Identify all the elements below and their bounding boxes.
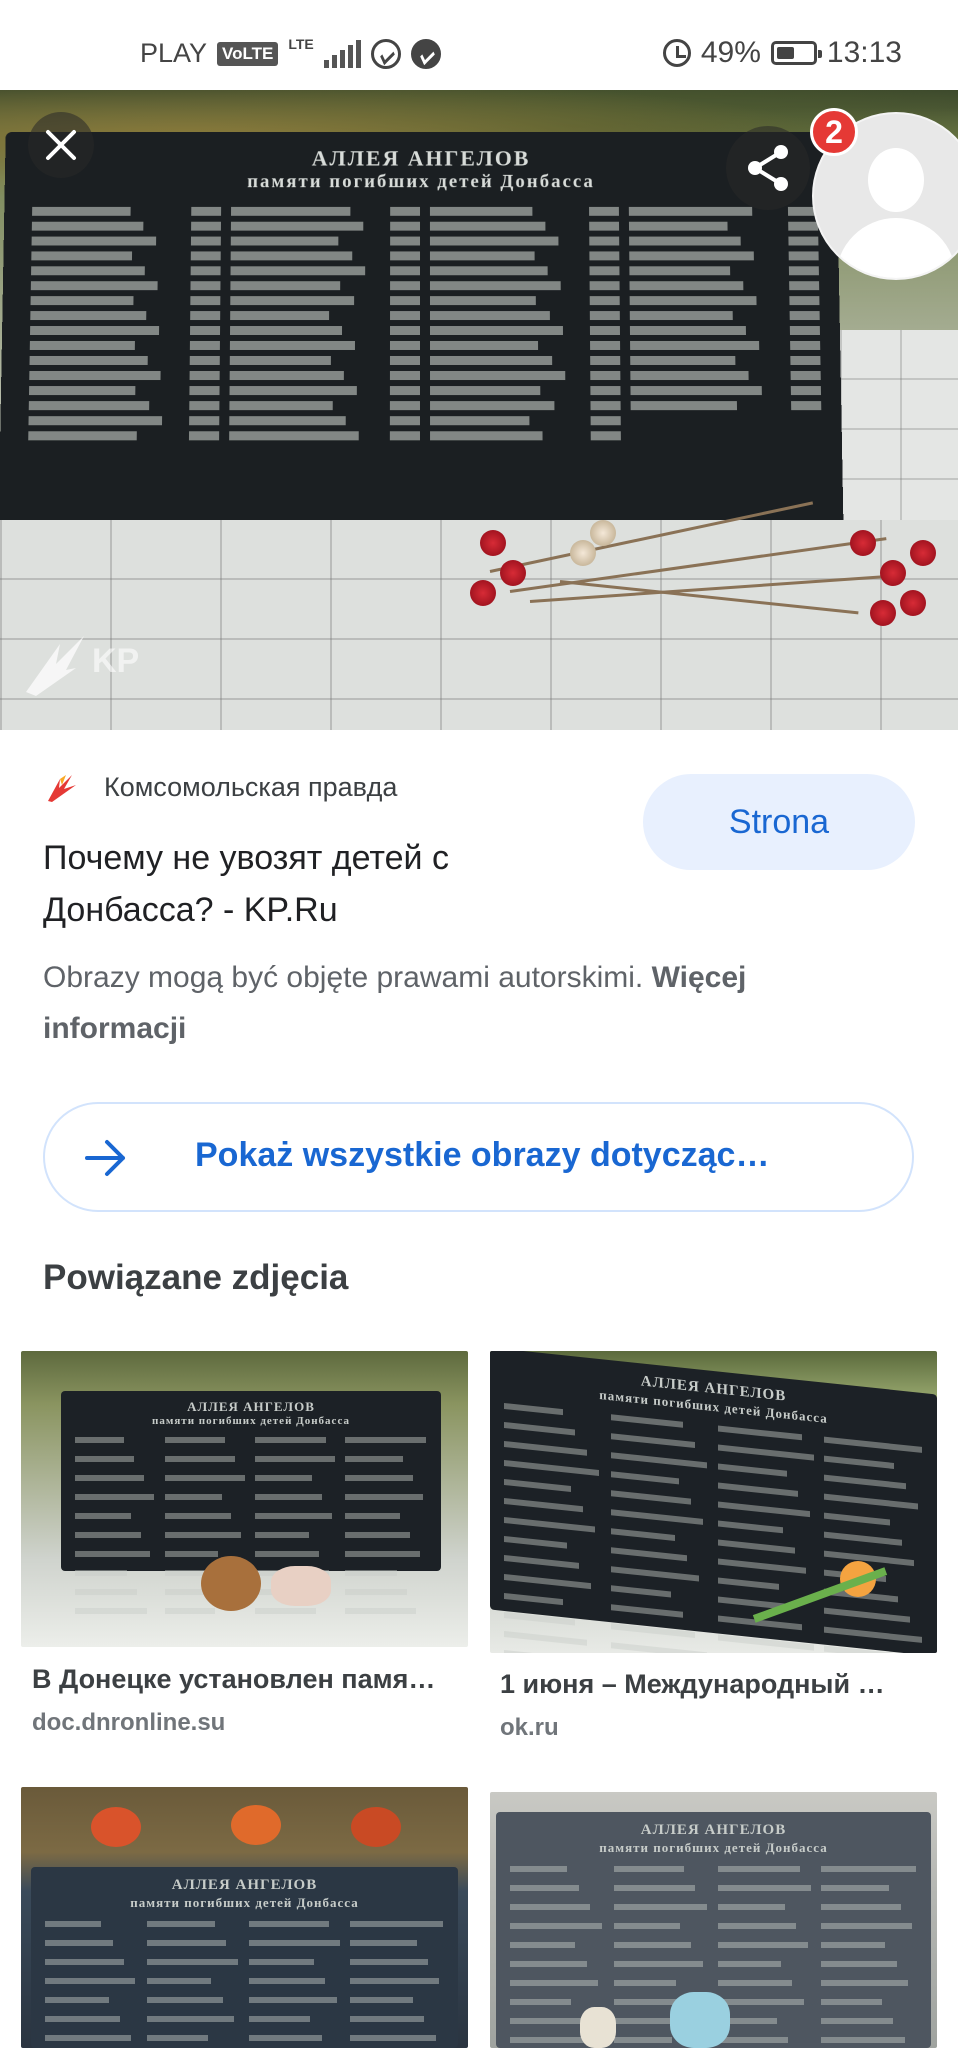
plaque-column xyxy=(28,206,222,441)
status-left: PLAY VoLTE LTE xyxy=(140,35,441,69)
plaque-column xyxy=(429,206,621,441)
related-image-3[interactable]: АЛЛЕЯ АНГЕЛОВ памяти погибших детей Донб… xyxy=(21,1787,468,2048)
notification-badge: 2 xyxy=(810,108,858,156)
related-title-2[interactable]: 1 июня – Международный … xyxy=(500,1669,920,1700)
share-icon xyxy=(748,145,788,191)
battery-percent: 49% xyxy=(700,36,761,69)
plaque-title: АЛЛЕЯ АНГЕЛОВ xyxy=(311,145,531,171)
result-title[interactable]: Почему не увозят детей с Донбасса? - KP.… xyxy=(43,832,603,936)
plaque-name-list xyxy=(28,206,822,441)
clock: 13:13 xyxy=(826,36,902,69)
status-bar: PLAY VoLTE LTE 49% 13:13 xyxy=(0,0,958,90)
battery-icon xyxy=(770,41,822,65)
svg-text:KP: KP xyxy=(92,642,139,680)
volte-icon: VoLTE xyxy=(217,41,279,66)
related-source-2: ok.ru xyxy=(500,1714,559,1741)
avatar-placeholder xyxy=(868,148,924,212)
arrow-right-icon xyxy=(85,1140,125,1176)
related-image-2[interactable]: АЛЛЕЯ АНГЕЛОВ памяти погибших детей Донб… xyxy=(490,1351,937,1653)
carrier-label: PLAY xyxy=(140,38,208,68)
alarm-icon xyxy=(662,39,691,67)
status-right: 49% 13:13 xyxy=(662,36,902,70)
show-all-images-button[interactable]: Pokaż wszystkie obrazy dotycząc… xyxy=(43,1102,914,1212)
source-name: Комсомольская правда xyxy=(104,772,398,802)
kp-logo-icon xyxy=(48,774,76,802)
share-button[interactable] xyxy=(726,126,810,210)
memorial-plaque: АЛЛЕЯ АНГЕЛОВ памяти погибших детей Донб… xyxy=(0,132,844,544)
related-source-1: doc.dnronline.su xyxy=(32,1709,226,1736)
related-title-1[interactable]: В Донецке установлен памя… xyxy=(32,1664,462,1695)
paving xyxy=(840,330,958,530)
copyright-notice: Obrazy mogą być objęte prawami autorskim… xyxy=(43,952,843,1054)
signal-icon xyxy=(323,39,361,68)
flowers xyxy=(470,501,950,640)
kp-watermark-logo: KP xyxy=(26,636,139,696)
plaque-column xyxy=(628,206,822,441)
related-image-1[interactable]: АЛЛЕЯ АНГЕЛОВ памяти погибших детей Донб… xyxy=(21,1351,468,1647)
messenger-icon xyxy=(370,38,401,69)
copyright-text: Obrazy mogą być objęte prawami autorskim… xyxy=(43,961,644,994)
plaque-subtitle: памяти погибших детей Донбасса xyxy=(247,171,595,193)
related-image-4[interactable]: АЛЛЕЯ АНГЕЛОВ памяти погибших детей Донб… xyxy=(490,1792,937,2048)
messenger-icon xyxy=(410,38,441,69)
plaque-column xyxy=(229,206,421,441)
show-all-images-label: Pokaż wszystkie obrazy dotycząc… xyxy=(195,1136,770,1174)
close-button[interactable] xyxy=(28,112,94,178)
close-icon xyxy=(46,130,76,160)
visit-page-button[interactable]: Strona xyxy=(643,774,915,870)
related-heading: Powiązane zdjęcia xyxy=(43,1258,349,1297)
lte-label: LTE xyxy=(288,35,314,52)
source-row[interactable]: Комсомольская правда xyxy=(46,772,397,803)
